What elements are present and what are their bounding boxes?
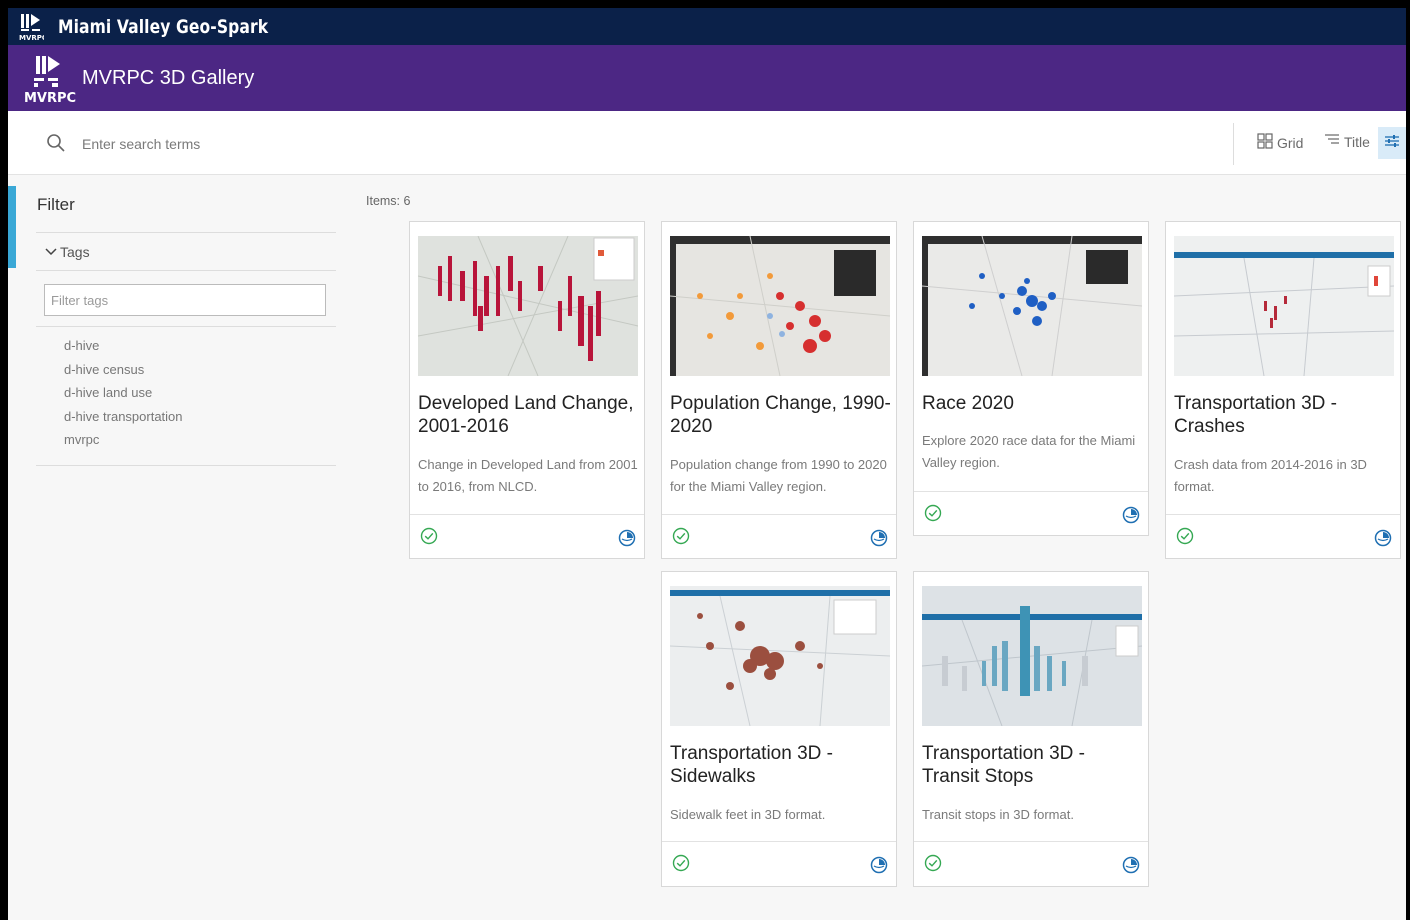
site-title[interactable]: Miami Valley Geo-Spark <box>58 16 268 38</box>
card-thumbnail[interactable] <box>418 236 638 376</box>
grid-view-button[interactable]: Grid <box>1257 133 1303 152</box>
card-footer <box>410 514 644 559</box>
gallery-card[interactable]: Transportation 3D - Transit Stops Transi… <box>913 571 1149 887</box>
gallery-card[interactable]: Developed Land Change, 2001-2016 Change … <box>409 221 645 559</box>
gallery-card[interactable]: Population Change, 1990-2020 Population … <box>661 221 897 559</box>
sort-icon <box>1324 133 1340 150</box>
top-bar: MVRPC Miami Valley Geo-Spark <box>8 8 1406 45</box>
filter-tags-input[interactable] <box>44 284 326 316</box>
logo-text: MVRPC <box>24 91 76 106</box>
chevron-down-icon <box>44 244 58 260</box>
tags-divider <box>36 270 336 271</box>
card-description: Crash data from 2014-2016 in 3D format. <box>1174 457 1367 494</box>
tags-toggle[interactable]: Tags <box>44 233 336 270</box>
grid-icon <box>1257 133 1273 152</box>
card-description: Sidewalk feet in 3D format. <box>670 807 826 822</box>
gallery-header: MVRPC MVRPC 3D Gallery <box>8 45 1406 111</box>
sort-label: Title <box>1344 133 1370 150</box>
sort-title-button[interactable]: Title <box>1324 133 1370 150</box>
card-title[interactable]: Transportation 3D - Transit Stops <box>922 742 1144 788</box>
gallery-card[interactable]: Race 2020 Explore 2020 race data for the… <box>913 221 1149 536</box>
logo-small-text: MVRPC <box>19 34 44 41</box>
card-thumbnail[interactable] <box>922 586 1142 726</box>
web-scene-icon[interactable] <box>870 856 888 879</box>
card-thumbnail[interactable] <box>670 586 890 726</box>
filter-panel: Filter Tags d-hive d-hive census d-hive … <box>36 186 336 466</box>
mvrpc-logo-icon: MVRPC <box>22 50 78 106</box>
tag-item[interactable]: d-hive land use <box>64 384 183 408</box>
check-circle-icon <box>672 527 690 550</box>
app-frame: MVRPC Miami Valley Geo-Spark MVRPC MVRPC… <box>8 8 1406 920</box>
card-title[interactable]: Population Change, 1990-2020 <box>670 392 892 438</box>
card-thumbnail[interactable] <box>670 236 890 376</box>
grid-view-label: Grid <box>1277 134 1304 151</box>
web-scene-icon[interactable] <box>870 529 888 552</box>
web-scene-icon[interactable] <box>1122 856 1140 879</box>
check-circle-icon <box>924 854 942 877</box>
sliders-icon <box>1384 133 1400 154</box>
card-title[interactable]: Race 2020 <box>922 392 1144 415</box>
gallery-card[interactable]: Transportation 3D - Crashes Crash data f… <box>1165 221 1401 559</box>
card-title[interactable]: Transportation 3D - Crashes <box>1174 392 1396 438</box>
card-description: Change in Developed Land from 2001 to 20… <box>418 457 638 494</box>
filter-title: Filter <box>37 195 75 214</box>
tag-item[interactable]: mvrpc <box>64 431 183 455</box>
web-scene-icon[interactable] <box>1374 529 1392 552</box>
mvrpc-logo-small-icon[interactable]: MVRPC <box>16 12 46 42</box>
tag-item[interactable]: d-hive census <box>64 361 183 385</box>
tags-input-divider <box>36 326 336 327</box>
search-icon <box>46 133 66 158</box>
card-description: Explore 2020 race data for the Miami Val… <box>922 433 1136 470</box>
items-count: Items: 6 <box>366 194 411 208</box>
tag-item[interactable]: d-hive transportation <box>64 408 183 432</box>
card-footer <box>662 841 896 886</box>
card-footer <box>1166 514 1400 559</box>
card-description: Population change from 1990 to 2020 for … <box>670 457 887 494</box>
tags-label: Tags <box>60 243 90 260</box>
card-description: Transit stops in 3D format. <box>922 807 1074 822</box>
gallery-title: MVRPC 3D Gallery <box>82 66 255 89</box>
check-circle-icon <box>1176 527 1194 550</box>
tag-list: d-hive d-hive census d-hive land use d-h… <box>64 337 183 455</box>
gallery-card[interactable]: Transportation 3D - Sidewalks Sidewalk f… <box>661 571 897 887</box>
card-thumbnail[interactable] <box>922 236 1142 376</box>
check-circle-icon <box>420 527 438 550</box>
check-circle-icon <box>672 854 690 877</box>
card-footer <box>914 841 1148 886</box>
web-scene-icon[interactable] <box>618 529 636 552</box>
card-title[interactable]: Transportation 3D - Sidewalks <box>670 742 892 788</box>
card-footer <box>662 514 896 559</box>
toolbar-divider <box>1233 123 1234 165</box>
filter-accent-bar <box>8 186 16 268</box>
search-input[interactable] <box>80 131 684 157</box>
web-scene-icon[interactable] <box>1122 506 1140 529</box>
filter-toggle-button[interactable] <box>1378 127 1406 159</box>
tag-item[interactable]: d-hive <box>64 337 183 361</box>
check-circle-icon <box>924 504 942 527</box>
search-bar: Grid Title <box>8 111 1406 175</box>
tags-bottom-divider <box>36 465 336 466</box>
card-title[interactable]: Developed Land Change, 2001-2016 <box>418 392 640 438</box>
card-thumbnail[interactable] <box>1174 236 1394 376</box>
card-footer <box>914 491 1148 536</box>
